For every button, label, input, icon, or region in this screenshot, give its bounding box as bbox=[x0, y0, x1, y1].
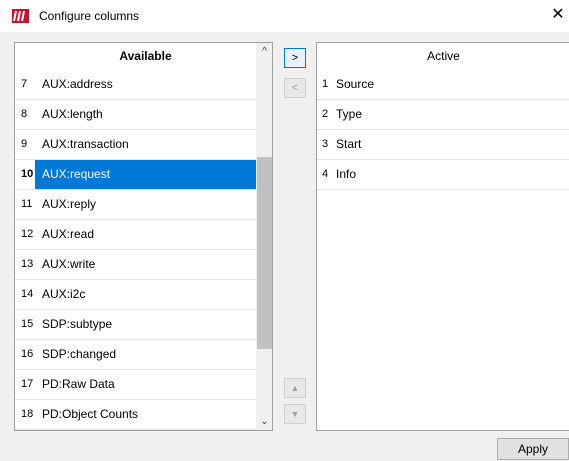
title-bar: Configure columns ✕ bbox=[0, 0, 569, 32]
row-label: AUX:address bbox=[42, 77, 113, 91]
row-label: Start bbox=[336, 137, 362, 151]
available-row[interactable]: 17 PD:Raw Data bbox=[15, 370, 256, 400]
available-row[interactable]: 15 SDP:subtype bbox=[15, 310, 256, 340]
available-row[interactable]: 9 AUX:transaction bbox=[15, 130, 256, 160]
row-label: AUX:transaction bbox=[42, 137, 129, 151]
row-number: 3 bbox=[322, 138, 329, 150]
close-icon[interactable]: ✕ bbox=[548, 5, 568, 25]
row-label: SDP:subtype bbox=[42, 317, 113, 331]
move-up-button[interactable]: ▲ bbox=[284, 378, 306, 398]
row-label: AUX:length bbox=[42, 107, 103, 121]
active-row[interactable]: 4 Info bbox=[317, 160, 569, 190]
row-number: 7 bbox=[21, 78, 28, 90]
row-label: PD:Raw Data bbox=[42, 377, 115, 391]
available-row[interactable]: 14 AUX:i2c bbox=[15, 280, 256, 310]
row-label: AUX:read bbox=[42, 227, 95, 241]
window-title: Configure columns bbox=[39, 9, 140, 23]
row-number: 2 bbox=[322, 108, 329, 120]
row-label: AUX:i2c bbox=[42, 287, 86, 301]
row-number: 13 bbox=[21, 258, 34, 270]
available-row[interactable]: 8 AUX:length bbox=[15, 100, 256, 130]
active-header: Active bbox=[427, 49, 460, 63]
row-label: AUX:write bbox=[42, 257, 96, 271]
scroll-down-icon[interactable]: ⌄ bbox=[256, 413, 272, 430]
scroll-up-icon[interactable]: ^ bbox=[256, 43, 272, 60]
available-header: Available bbox=[119, 49, 172, 63]
row-number: 4 bbox=[322, 168, 329, 180]
row-number: 12 bbox=[21, 228, 34, 240]
row-number: 8 bbox=[21, 108, 28, 120]
remove-column-button[interactable]: < bbox=[284, 78, 306, 98]
active-columns-list: Active 1 Source 2 Type 3 Start 4 Info bbox=[316, 42, 569, 431]
add-column-button[interactable]: > bbox=[284, 48, 306, 68]
move-down-button[interactable]: ▼ bbox=[284, 404, 306, 424]
available-row[interactable]: 16 SDP:changed bbox=[15, 340, 256, 370]
available-row[interactable]: 11 AUX:reply bbox=[15, 190, 256, 220]
row-label: SDP:changed bbox=[42, 347, 117, 361]
active-row[interactable]: 3 Start bbox=[317, 130, 569, 160]
row-number: 16 bbox=[21, 348, 34, 360]
row-label: AUX:request bbox=[42, 167, 111, 181]
available-row[interactable]: 12 AUX:read bbox=[15, 220, 256, 250]
active-row[interactable]: 2 Type bbox=[317, 100, 569, 130]
row-label: PD:Object Counts bbox=[42, 407, 139, 421]
available-scrollbar[interactable]: ^ ⌄ bbox=[256, 43, 272, 430]
row-number: 10 bbox=[15, 160, 35, 189]
row-label: Source bbox=[336, 77, 375, 91]
row-number: 18 bbox=[21, 408, 34, 420]
row-number: 9 bbox=[21, 138, 28, 150]
available-row[interactable]: 13 AUX:write bbox=[15, 250, 256, 280]
app-logo-icon bbox=[12, 9, 29, 23]
available-row[interactable]: 18 PD:Object Counts bbox=[15, 400, 256, 430]
row-number: 14 bbox=[21, 288, 34, 300]
available-columns-list: Available 7 AUX:address 8 AUX:length 9 AUX:tr… bbox=[14, 42, 273, 431]
active-rows: 1 Source 2 Type 3 Start 4 Info bbox=[317, 70, 569, 190]
row-number: 15 bbox=[21, 318, 34, 330]
row-number: 1 bbox=[322, 78, 329, 90]
scroll-thumb[interactable] bbox=[257, 157, 272, 349]
available-row[interactable]: 7 AUX:address bbox=[15, 70, 256, 100]
available-row[interactable]: 10 AUX:request bbox=[15, 160, 256, 190]
row-label: Info bbox=[336, 167, 357, 181]
apply-button[interactable]: Apply bbox=[497, 438, 569, 460]
row-number: 11 bbox=[21, 198, 33, 210]
row-label: Type bbox=[336, 107, 363, 121]
active-row[interactable]: 1 Source bbox=[317, 70, 569, 100]
available-rows: 7 AUX:address 8 AUX:length 9 AUX:transaction 1… bbox=[15, 70, 256, 430]
row-number: 17 bbox=[21, 378, 34, 390]
row-label: AUX:reply bbox=[42, 197, 97, 211]
